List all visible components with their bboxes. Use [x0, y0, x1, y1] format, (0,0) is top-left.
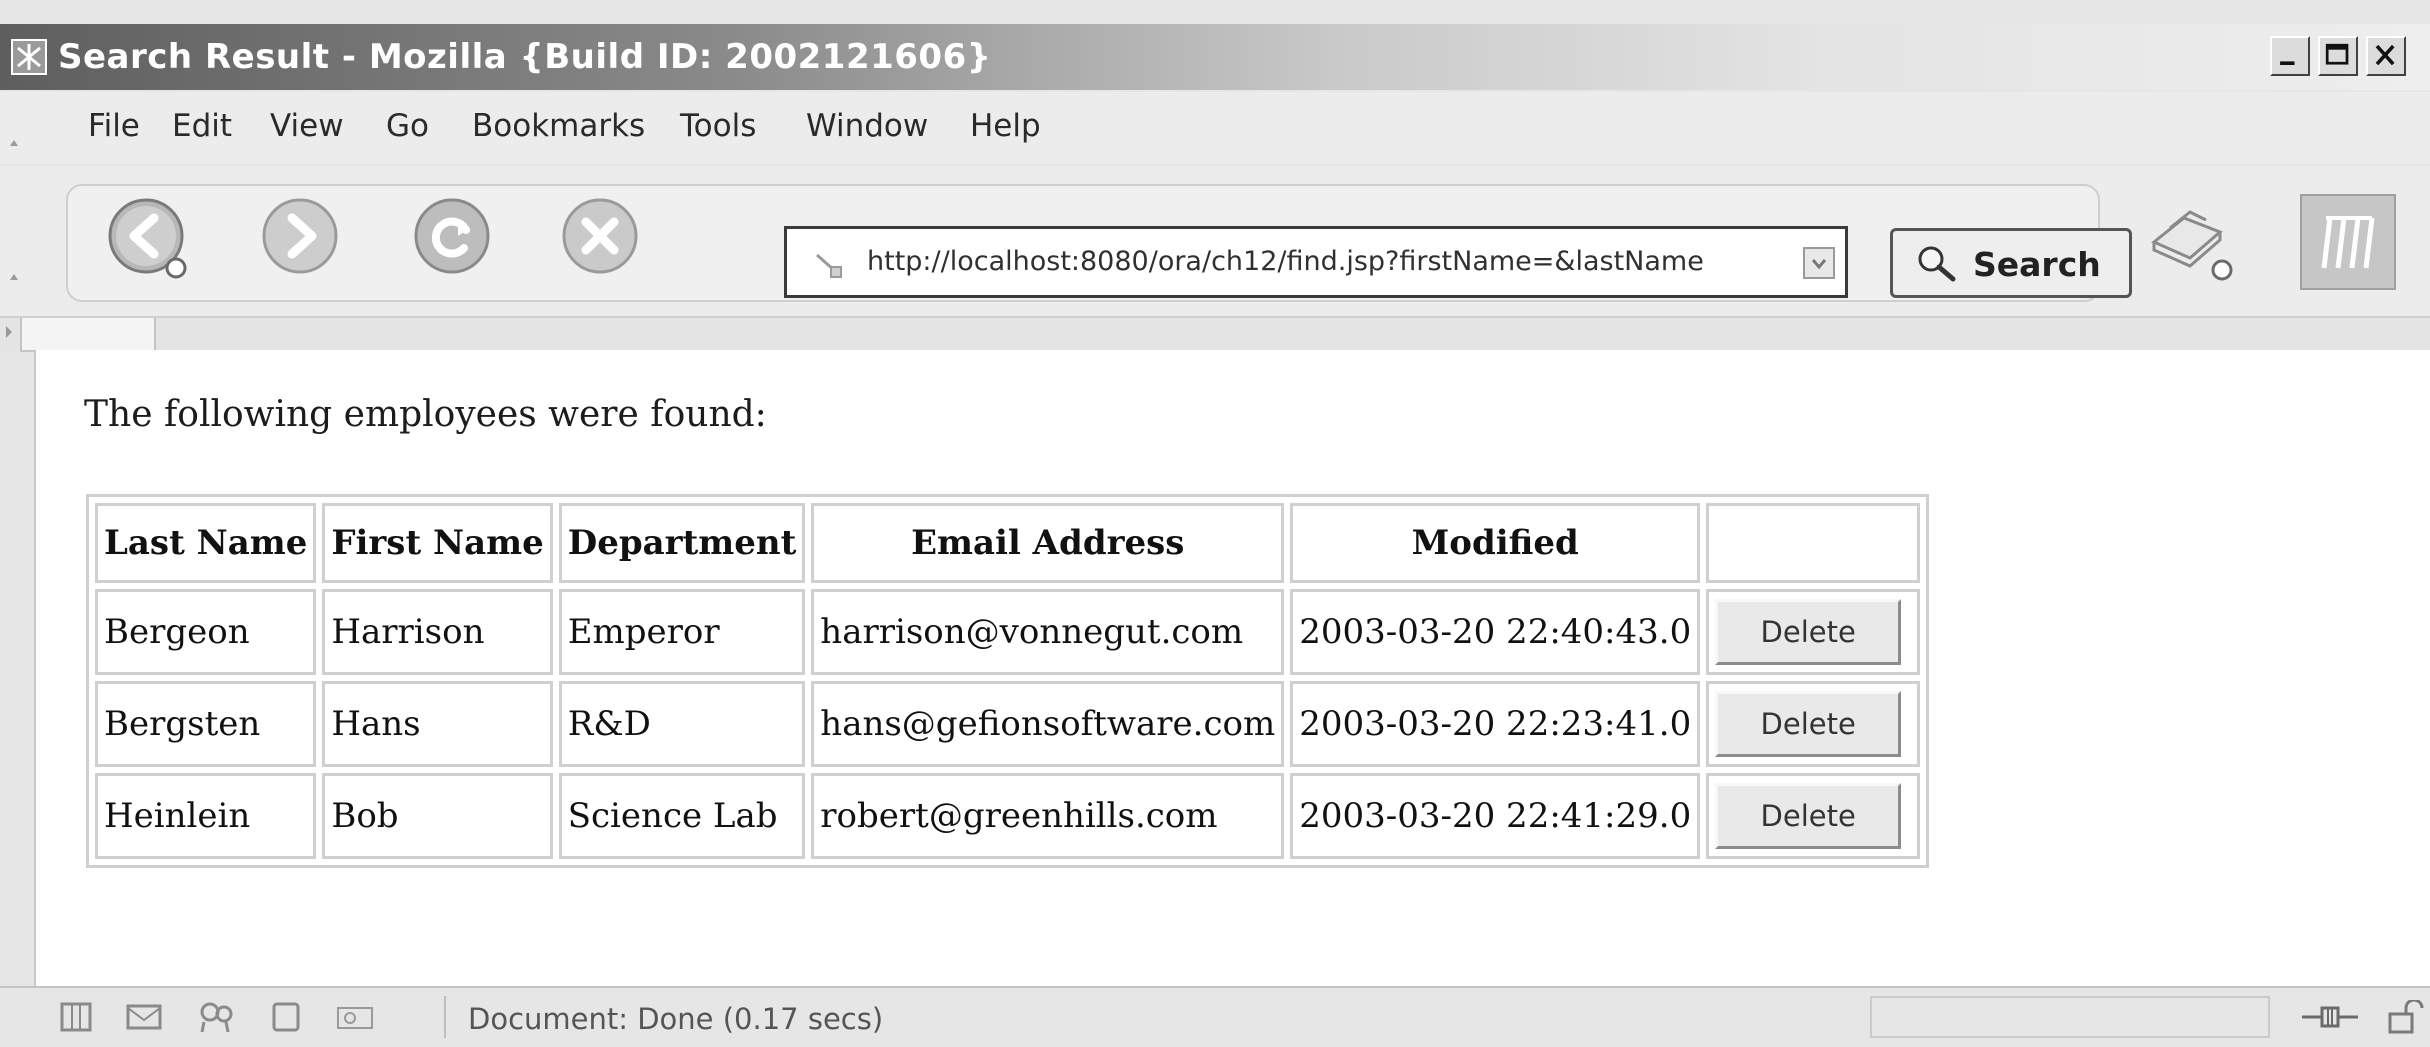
delete-button[interactable]: Delete [1715, 599, 1902, 665]
cell-modified: 2003-03-20 22:40:43.0 [1290, 589, 1701, 675]
minimize-icon [2280, 61, 2295, 65]
cell-last-name: Heinlein [95, 773, 317, 859]
cell-email: robert@greenhills.com [811, 773, 1285, 859]
table-header-row: Last Name First Name Department Email Ad… [95, 503, 1921, 583]
mozilla-throbber-icon [2321, 216, 2375, 269]
minimize-button[interactable] [2270, 36, 2310, 76]
mail-component-icon[interactable] [124, 1000, 164, 1034]
menu-file[interactable]: File [88, 108, 140, 144]
menu-view[interactable]: View [270, 108, 344, 144]
composer-component-icon[interactable] [268, 1000, 304, 1034]
cell-department: Emperor [558, 589, 806, 675]
navigation-toolbar: http://localhost:8080/ora/ch12/find.jsp?… [0, 166, 2430, 316]
menubar-grip-icon[interactable] [8, 132, 20, 152]
browser-window: Search Result - Mozilla {Build ID: 20021… [0, 0, 2430, 1047]
cell-department: Science Lab [558, 773, 806, 859]
url-history-dropdown[interactable] [1803, 247, 1835, 279]
menu-help[interactable]: Help [970, 108, 1041, 144]
forward-arrow-icon[interactable] [254, 190, 350, 286]
cell-last-name: Bergeon [95, 589, 317, 675]
employee-table: Last Name First Name Department Email Ad… [86, 494, 1930, 868]
cell-last-name: Bergsten [95, 681, 317, 767]
cell-first-name: Hans [322, 681, 553, 767]
menu-window[interactable]: Window [806, 108, 928, 144]
status-text: Document: Done (0.17 secs) [468, 1002, 884, 1036]
cell-action: Delete [1706, 589, 1921, 675]
menu-bookmarks[interactable]: Bookmarks [472, 108, 645, 144]
chat-component-icon[interactable] [194, 1000, 238, 1034]
url-bar[interactable]: http://localhost:8080/ora/ch12/find.jsp?… [784, 226, 1848, 298]
navigation-panel: http://localhost:8080/ora/ch12/find.jsp?… [66, 184, 2132, 302]
menu-edit[interactable]: Edit [172, 108, 232, 144]
close-window-button[interactable] [2366, 36, 2406, 76]
print-icon[interactable] [2140, 198, 2240, 288]
security-lock-icon[interactable] [2384, 1000, 2424, 1034]
chevron-down-icon [1811, 259, 1827, 270]
url-text[interactable]: http://localhost:8080/ora/ch12/find.jsp?… [867, 246, 1817, 277]
cell-department: R&D [558, 681, 806, 767]
results-intro: The following employees were found: [84, 394, 767, 435]
cell-first-name: Bob [322, 773, 553, 859]
page-content: The following employees were found: Last… [34, 350, 2430, 986]
maximize-button[interactable] [2318, 36, 2358, 76]
tab-current[interactable] [20, 318, 156, 352]
cell-modified: 2003-03-20 22:23:41.0 [1290, 681, 1701, 767]
menu-go[interactable]: Go [386, 108, 429, 144]
mozilla-app-icon [11, 39, 47, 75]
cell-email: harrison@vonnegut.com [811, 589, 1285, 675]
title-bar: Search Result - Mozilla {Build ID: 20021… [0, 24, 2430, 90]
delete-button[interactable]: Delete [1715, 783, 1902, 849]
page-proxy-icon[interactable] [811, 247, 847, 283]
header-modified: Modified [1290, 503, 1701, 583]
mozilla-throbber[interactable] [2300, 194, 2396, 290]
table-row: Heinlein Bob Science Lab robert@greenhil… [95, 773, 1921, 859]
menu-tools[interactable]: Tools [680, 108, 756, 144]
cell-email: hans@gefionsoftware.com [811, 681, 1285, 767]
stop-icon[interactable] [554, 190, 650, 286]
address-book-component-icon[interactable] [334, 1000, 376, 1034]
online-status-icon[interactable] [2300, 1000, 2360, 1034]
search-icon [1918, 246, 1956, 282]
search-button-label: Search [1973, 245, 2101, 284]
header-email-address: Email Address [811, 503, 1285, 583]
status-bar: Document: Done (0.17 secs) [0, 986, 2430, 1047]
navigator-component-icon[interactable] [58, 1000, 94, 1034]
cell-first-name: Harrison [322, 589, 553, 675]
progress-meter [1870, 996, 2270, 1038]
tab-strip [0, 316, 2430, 352]
search-button[interactable]: Search [1890, 228, 2132, 298]
window-title: Search Result - Mozilla {Build ID: 20021… [58, 37, 992, 77]
close-icon [2375, 44, 2395, 66]
header-department: Department [558, 503, 806, 583]
reload-icon[interactable] [406, 190, 502, 286]
cell-action: Delete [1706, 681, 1921, 767]
table-row: Bergeon Harrison Emperor harrison@vonneg… [95, 589, 1921, 675]
menu-bar: File Edit View Go Bookmarks Tools Window… [0, 92, 2430, 164]
toolbar-grip-icon[interactable] [8, 266, 20, 286]
back-arrow-icon[interactable] [102, 190, 198, 286]
header-actions [1706, 503, 1921, 583]
header-last-name: Last Name [95, 503, 317, 583]
header-first-name: First Name [322, 503, 553, 583]
tab-arrow-icon[interactable] [2, 322, 16, 342]
cell-modified: 2003-03-20 22:41:29.0 [1290, 773, 1701, 859]
table-row: Bergsten Hans R&D hans@gefionsoftware.co… [95, 681, 1921, 767]
maximize-icon [2325, 43, 2349, 65]
status-separator [444, 996, 446, 1038]
delete-button[interactable]: Delete [1715, 691, 1902, 757]
cell-action: Delete [1706, 773, 1921, 859]
